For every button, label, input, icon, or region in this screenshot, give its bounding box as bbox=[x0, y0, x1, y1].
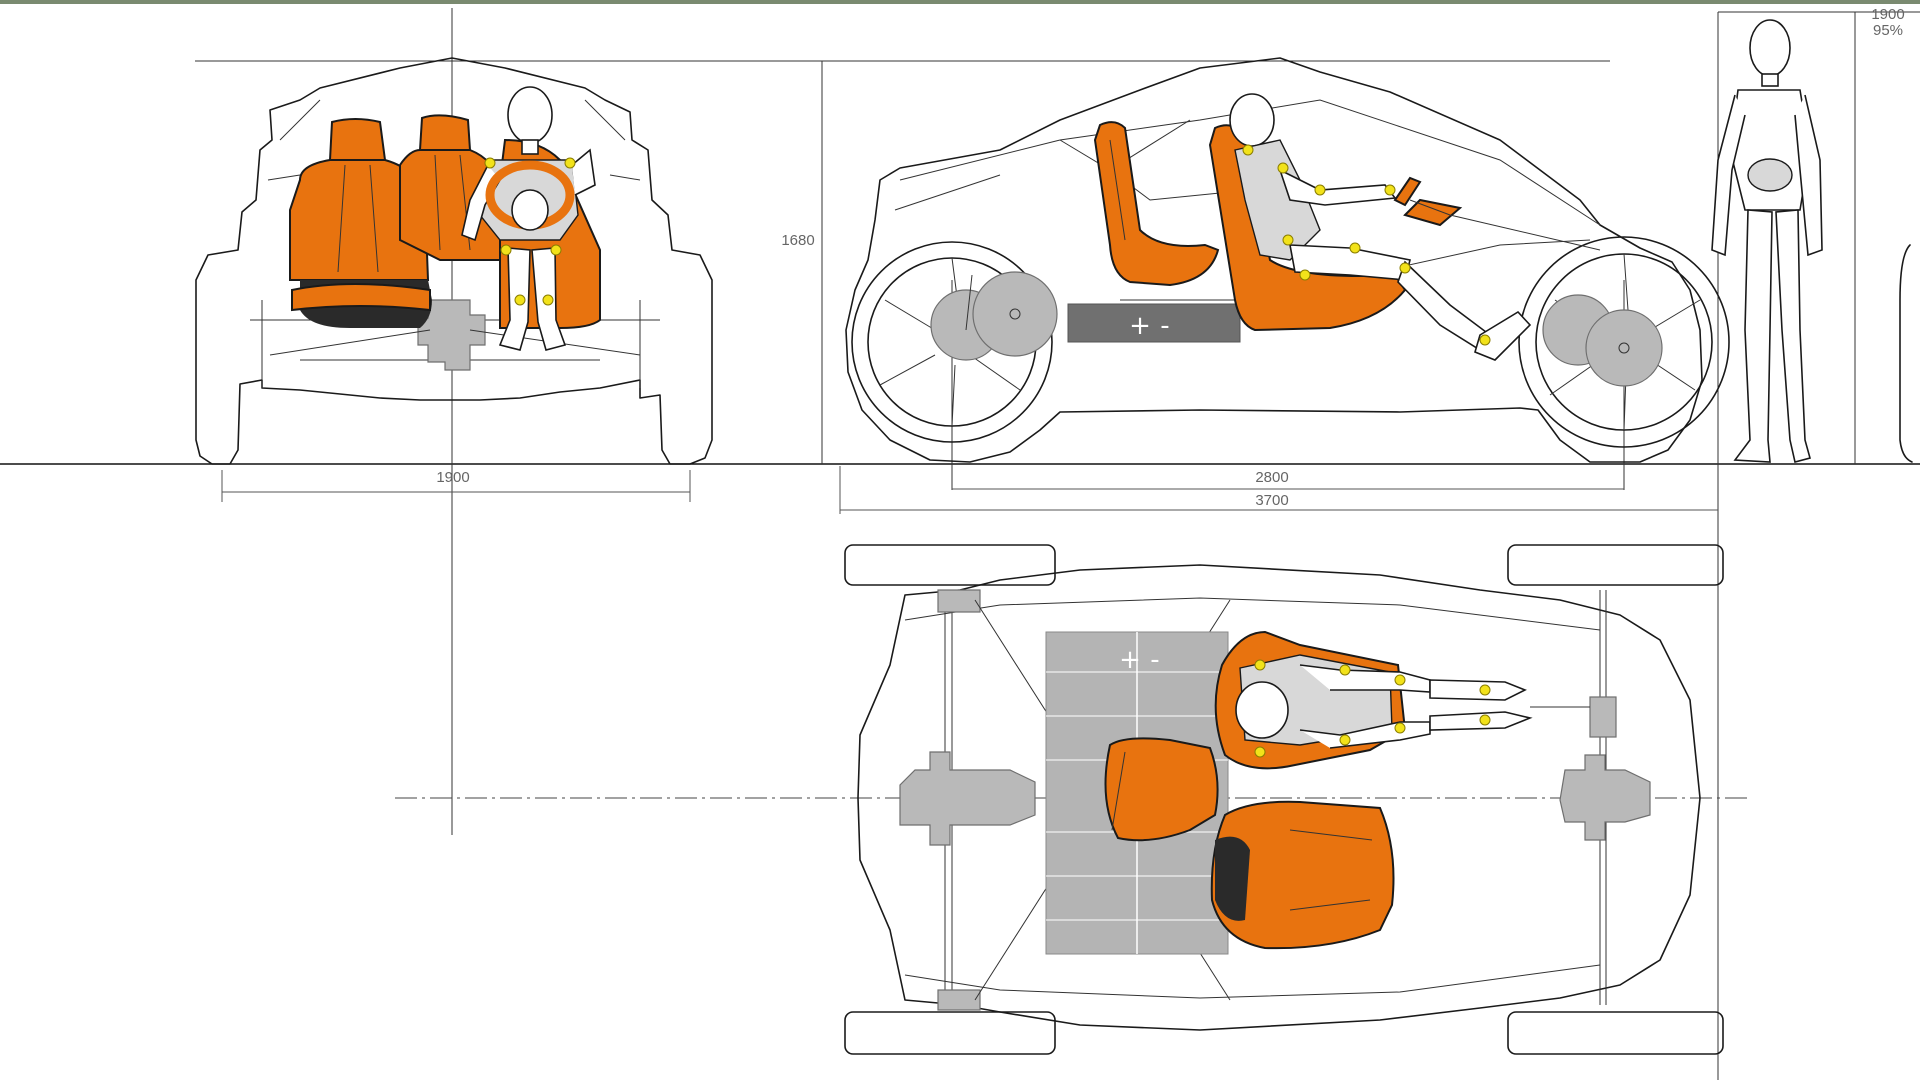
side-battery-minus: - bbox=[1160, 311, 1169, 341]
package-drawing: 1900 2800 3700 1680 1900 95% + - + - bbox=[0, 0, 1920, 1080]
plan-wheel-rear-left bbox=[1507, 544, 1724, 586]
plan-wheel-front-left bbox=[844, 544, 1056, 586]
track-width-label: 1900 bbox=[436, 469, 469, 486]
plan-driver-with-dummy bbox=[1214, 630, 1533, 770]
side-front-wheel bbox=[851, 241, 1058, 443]
top-edge-strip bbox=[0, 0, 1920, 4]
plan-wheel-front-right bbox=[844, 1011, 1056, 1055]
side-rear-seat bbox=[1093, 121, 1220, 287]
standing-human-figure bbox=[1711, 19, 1823, 463]
side-battery: + - bbox=[1067, 303, 1241, 343]
figure-percentile-label: 95% bbox=[1873, 22, 1903, 39]
plan-battery-minus: - bbox=[1150, 645, 1159, 675]
dimension-track: 1900 bbox=[221, 469, 691, 502]
height-label: 1680 bbox=[781, 232, 814, 249]
plan-front-drive-unit bbox=[899, 751, 1036, 846]
plan-view: + - bbox=[844, 544, 1724, 1055]
plan-battery-plus: + bbox=[1119, 645, 1141, 675]
plan-wheel-rear-right bbox=[1507, 1011, 1724, 1055]
dimension-wheelbase: 2800 bbox=[952, 469, 1624, 490]
side-view: + - bbox=[845, 19, 1913, 463]
overall-length-label: 3700 bbox=[1255, 492, 1288, 509]
plan-rear-drive-unit bbox=[1559, 754, 1651, 841]
side-battery-plus: + bbox=[1129, 311, 1151, 341]
plan-passenger-seat bbox=[1210, 800, 1395, 950]
figure-height-label: 1900 bbox=[1871, 6, 1904, 23]
wheelbase-label: 2800 bbox=[1255, 469, 1288, 486]
front-view bbox=[195, 57, 713, 465]
steering-column bbox=[1393, 176, 1422, 207]
side-battery-pack bbox=[1067, 303, 1241, 343]
reference-lines bbox=[0, 8, 1920, 1080]
